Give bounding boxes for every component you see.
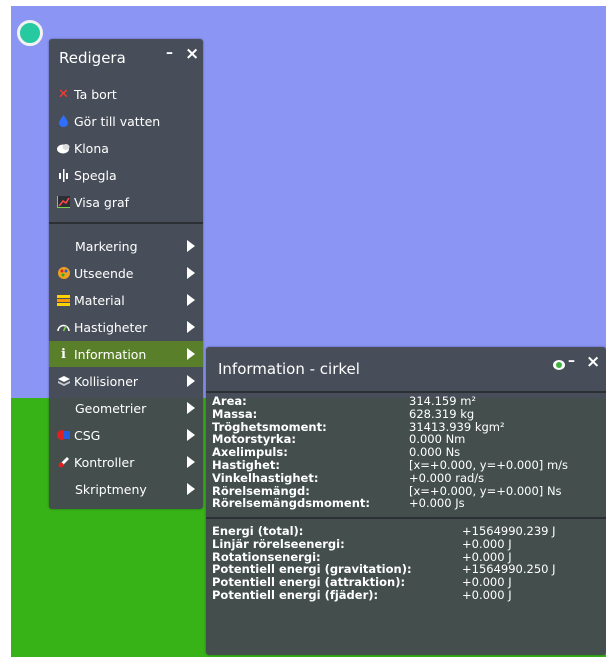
menu-item-label: Visa graf xyxy=(74,194,130,210)
submenu-script-menu[interactable]: Skriptmeny xyxy=(49,476,203,502)
menu-item-label: Markering xyxy=(75,238,138,254)
menu-item-clone[interactable]: Klona xyxy=(49,135,203,161)
menu-item-label: Spegla xyxy=(74,167,117,183)
mirror-icon xyxy=(57,168,70,182)
menu-item-label: Utseende xyxy=(74,265,134,281)
menu-item-label: Kontroller xyxy=(74,454,135,470)
menu-item-label: Hastigheter xyxy=(74,319,148,335)
collision-icon xyxy=(57,375,70,388)
submenu-arrow-icon xyxy=(187,402,195,414)
menu-item-label: Material xyxy=(74,292,125,308)
property-row: Hastighet: [x=+0.000, y=+0.000] m/s xyxy=(212,457,569,472)
information-panel: Information - cirkel – × Area: 314.159 m²… xyxy=(206,347,606,655)
submenu-material[interactable]: Material xyxy=(49,287,203,313)
properties-list: Area: 314.159 m² Massa: 628.319 kg Tröghet… xyxy=(212,395,606,510)
submenu-arrow-icon xyxy=(187,267,195,279)
energy-row: Potentiell energi (fjäder): +0.000 J xyxy=(212,587,512,602)
submenu-arrow-icon xyxy=(187,429,195,441)
water-drop-icon xyxy=(57,115,70,128)
clone-icon xyxy=(57,142,70,155)
palette-icon xyxy=(57,267,70,280)
submenu-csg[interactable]: CSG xyxy=(49,422,203,448)
controller-icon xyxy=(57,456,70,469)
minimize-button[interactable]: – xyxy=(166,45,173,61)
submenu-arrow-icon xyxy=(187,375,195,387)
property-row: Area: 314.159 m² xyxy=(212,394,477,408)
delete-x-icon: ✕ xyxy=(58,86,69,102)
submenu-velocities[interactable]: Hastigheter xyxy=(49,314,203,340)
submenu-arrow-icon xyxy=(187,294,195,306)
energy-row: Energi (total): +1564990.239 J xyxy=(212,524,556,538)
menu-title: Redigera xyxy=(59,49,126,67)
section-divider xyxy=(206,517,606,519)
submenu-information[interactable]: i Information xyxy=(49,341,203,367)
menu-item-delete[interactable]: ✕ Ta bort xyxy=(49,81,203,107)
minimize-button[interactable]: – xyxy=(568,353,575,369)
property-row: Vinkelhastighet: +0.000 rad/s xyxy=(212,470,485,485)
submenu-geometries[interactable]: Geometrier xyxy=(49,395,203,421)
menu-item-label: CSG xyxy=(74,427,101,443)
info-icon: i xyxy=(61,346,66,362)
menu-item-show-graph[interactable]: Visa graf xyxy=(49,189,203,215)
close-button[interactable]: × xyxy=(586,354,600,371)
csg-icon xyxy=(57,429,70,442)
panel-title: Information - cirkel xyxy=(218,360,360,378)
speedometer-icon xyxy=(57,321,70,334)
submenu-controllers[interactable]: Kontroller xyxy=(49,449,203,475)
submenu-arrow-icon xyxy=(187,456,195,468)
submenu-arrow-icon xyxy=(187,240,195,252)
submenu-arrow-icon xyxy=(187,321,195,333)
graph-icon xyxy=(57,196,70,209)
simulation-canvas[interactable]: Redigera – × ✕ Ta bort Gör till vatten K… xyxy=(11,6,606,657)
menu-item-label: Information xyxy=(74,346,147,362)
property-row: Massa: 628.319 kg xyxy=(212,406,475,421)
edit-context-menu: Redigera – × ✕ Ta bort Gör till vatten K… xyxy=(49,39,203,509)
submenu-arrow-icon xyxy=(187,348,195,360)
energy-list: Energi (total): +1564990.239 J Linjär rör… xyxy=(212,525,606,602)
menu-item-label: Kollisioner xyxy=(74,373,139,389)
menu-item-label: Gör till vatten xyxy=(74,113,161,129)
menu-item-mirror[interactable]: Spegla xyxy=(49,162,203,188)
close-button[interactable]: × xyxy=(185,46,199,63)
selected-circle-object[interactable] xyxy=(17,20,43,46)
menu-item-make-water[interactable]: Gör till vatten xyxy=(49,108,203,134)
submenu-selection[interactable]: Markering xyxy=(49,233,203,259)
property-row: Rörelsemängdsmoment: +0.000 Js xyxy=(212,496,465,511)
submenu-appearance[interactable]: Utseende xyxy=(49,260,203,286)
menu-item-label: Ta bort xyxy=(74,86,117,102)
energy-row: Linjär rörelseenergi: +0.000 J xyxy=(212,536,512,551)
menu-item-label: Klona xyxy=(74,140,109,156)
title-divider xyxy=(206,391,606,393)
menu-divider xyxy=(49,222,203,224)
submenu-collisions[interactable]: Kollisioner xyxy=(49,368,203,394)
submenu-arrow-icon xyxy=(187,483,195,495)
menu-item-label: Skriptmeny xyxy=(75,481,147,497)
eye-icon[interactable] xyxy=(552,359,566,375)
menu-item-label: Geometrier xyxy=(75,400,147,416)
material-icon xyxy=(57,294,70,307)
